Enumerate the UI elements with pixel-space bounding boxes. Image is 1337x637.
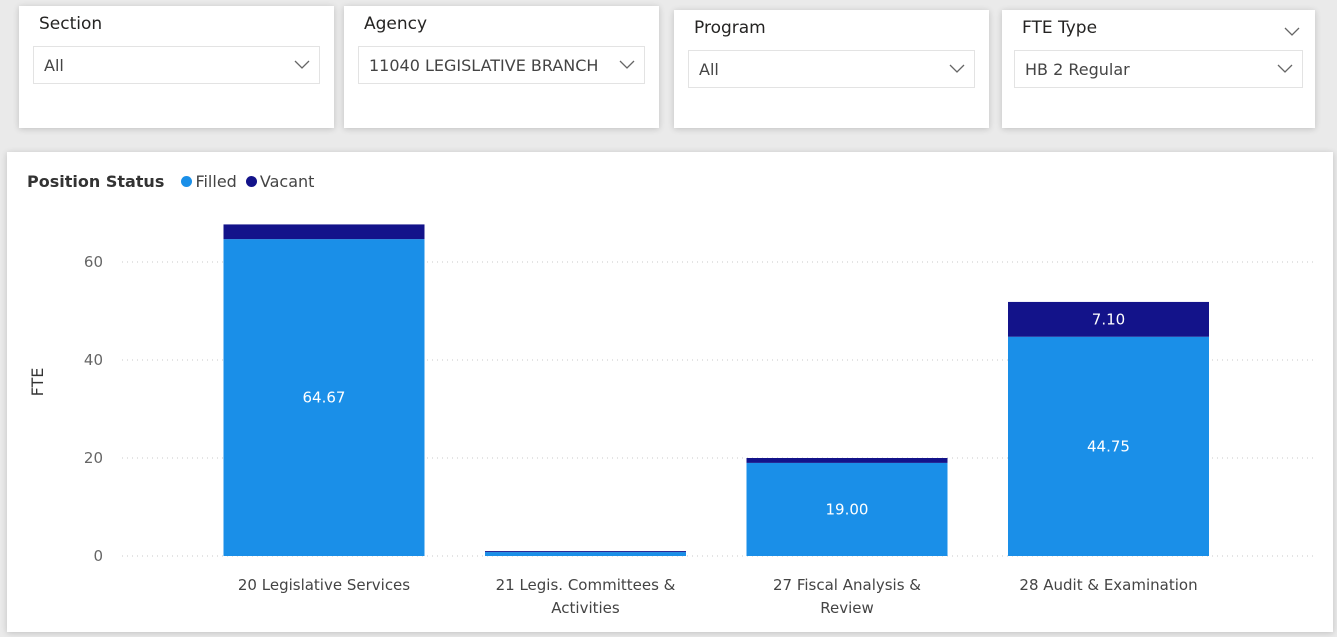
bar-vacant-2[interactable] bbox=[746, 458, 948, 463]
y-tick-label: 60 bbox=[84, 253, 103, 271]
agency-value: 11040 LEGISLATIVE BRANCH bbox=[369, 56, 599, 75]
program-value: All bbox=[699, 60, 719, 79]
bar-vacant-1[interactable] bbox=[485, 551, 686, 553]
section-value: All bbox=[44, 56, 64, 75]
x-tick-label: 28 Audit & Examination bbox=[1019, 576, 1197, 594]
chevron-down-icon bbox=[949, 64, 965, 73]
chevron-down-icon bbox=[294, 60, 310, 69]
bar-filled-1[interactable] bbox=[485, 552, 686, 556]
section-dropdown[interactable]: All bbox=[33, 46, 320, 84]
program-slicer: Program All bbox=[674, 10, 989, 128]
x-tick-label: 27 Fiscal Analysis & Review bbox=[773, 576, 921, 617]
agency-slicer: Agency 11040 LEGISLATIVE BRANCH bbox=[344, 6, 659, 128]
bar-vacant-0[interactable] bbox=[223, 224, 425, 240]
fte-type-label: FTE Type bbox=[1022, 18, 1098, 38]
chevron-down-icon bbox=[619, 60, 635, 69]
agency-label: Agency bbox=[364, 14, 428, 34]
x-tick-label: 21 Legis. Committees & Activities bbox=[496, 576, 676, 617]
chevron-down-icon bbox=[1277, 64, 1293, 73]
fte-chart: Position Status Filled Vacant 0 20 40 60 FTE… bbox=[7, 152, 1333, 632]
section-slicer: Section All bbox=[19, 6, 334, 128]
chart-plot: 0 20 40 60 FTE 64.67 20 Legislative Services 21… bbox=[28, 224, 1317, 617]
fte-type-value: HB 2 Regular bbox=[1025, 60, 1130, 79]
bar-data-label: 7.10 bbox=[1092, 310, 1125, 328]
section-label: Section bbox=[39, 14, 103, 34]
fte-type-dropdown[interactable]: HB 2 Regular bbox=[1014, 50, 1303, 88]
collapse-chevron-icon[interactable] bbox=[1283, 24, 1301, 38]
bar-data-label: 44.75 bbox=[1087, 437, 1130, 455]
y-axis-label: FTE bbox=[28, 368, 47, 397]
y-tick-label: 20 bbox=[84, 449, 103, 467]
program-label: Program bbox=[694, 18, 766, 38]
bar-data-label: 19.00 bbox=[826, 500, 869, 518]
fte-type-slicer: FTE Type HB 2 Regular bbox=[1002, 10, 1315, 128]
agency-dropdown[interactable]: 11040 LEGISLATIVE BRANCH bbox=[358, 46, 645, 84]
y-tick-label: 40 bbox=[84, 351, 103, 369]
program-dropdown[interactable]: All bbox=[688, 50, 975, 88]
x-tick-label: 20 Legislative Services bbox=[238, 576, 410, 594]
y-tick-label: 0 bbox=[93, 547, 103, 565]
bar-data-label: 64.67 bbox=[303, 389, 346, 407]
